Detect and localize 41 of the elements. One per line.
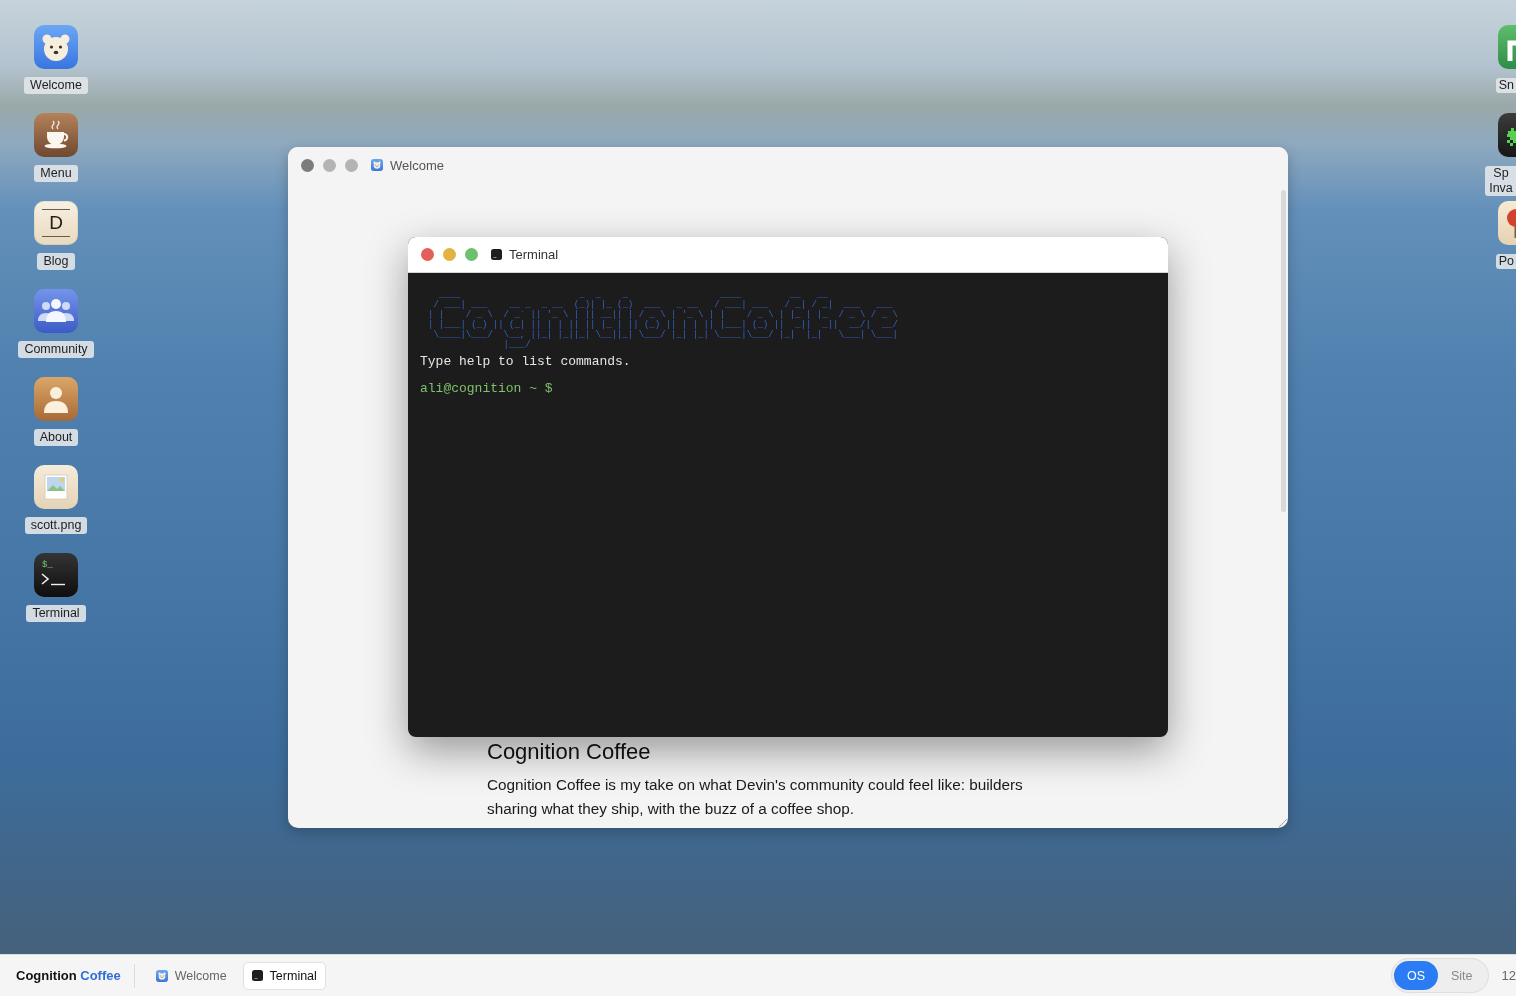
desktop-icon-label[interactable]: Po bbox=[1495, 254, 1516, 269]
bear-icon bbox=[155, 969, 168, 982]
taskbar-item[interactable]: Terminal bbox=[242, 961, 326, 990]
coffee-cup-icon[interactable] bbox=[34, 113, 78, 157]
desktop-icon-label[interactable]: Blog bbox=[37, 253, 75, 270]
desktop-icon-label[interactable]: Terminal bbox=[26, 605, 86, 622]
terminal-icon bbox=[251, 970, 263, 981]
body-text: Cognition Coffee is my take on what Devin's community could feel like: builders sharing what they ship, with the buzz of a coffee shop. bbox=[487, 775, 1024, 819]
people-icon[interactable] bbox=[34, 289, 78, 333]
desktop-icon-label[interactable]: Menu bbox=[34, 165, 78, 182]
letter-tile-icon[interactable]: D bbox=[34, 201, 78, 245]
person-icon[interactable] bbox=[34, 377, 78, 421]
scrollbar-thumb[interactable] bbox=[1281, 190, 1286, 512]
terminal-output: Type help to list commands. bbox=[420, 353, 632, 371]
window-title: Welcome bbox=[390, 157, 444, 173]
alien-icon[interactable] bbox=[1498, 113, 1516, 157]
terminal-icon bbox=[491, 249, 502, 260]
desktop-icon-label[interactable]: Sn bbox=[1495, 78, 1516, 93]
bear-icon[interactable] bbox=[34, 25, 78, 69]
close-button[interactable] bbox=[421, 248, 434, 261]
maximize-button[interactable] bbox=[465, 248, 478, 261]
taskbar-item[interactable]: Welcome bbox=[146, 961, 236, 990]
close-button[interactable] bbox=[301, 158, 314, 172]
window-title: Terminal bbox=[509, 247, 559, 262]
pin-icon[interactable] bbox=[1498, 201, 1516, 245]
desktop-icon-label[interactable]: Community bbox=[18, 341, 94, 358]
mode-tab[interactable]: OS bbox=[1393, 961, 1438, 990]
terminal-prompt[interactable]: ali@cognition ~ $ bbox=[420, 380, 1156, 398]
image-icon[interactable] bbox=[34, 465, 78, 509]
clock-text: 12 bbox=[1501, 968, 1516, 983]
brand-logo[interactable]: Cognition Coffee bbox=[16, 968, 121, 983]
terminal-icon[interactable]: $_ bbox=[34, 553, 78, 597]
desktop-icon-label[interactable]: scott.png bbox=[24, 517, 88, 534]
desktop-icon-label[interactable]: Welcome bbox=[24, 77, 88, 94]
page-heading: Cognition Coffee bbox=[487, 739, 652, 765]
bear-icon bbox=[371, 159, 383, 171]
resize-grip-icon[interactable] bbox=[1276, 816, 1288, 828]
app-tile-icon[interactable] bbox=[1498, 25, 1516, 69]
ascii-title-text: ____ _ _ _ ____ __ __ / ___| ___ __ _ _ __ (_)| |_ (_) ___ _ __ / ___| ___ / _| / _| ___ ___ | | / _ \ / _` || '_ \ | || __|| | / _ \ | '_ \ | | / _ \ | |_ | |_ / _ \ / _ \ | |___| (_) || (_| || | | || || |_ | || (_) || | | || |___| (_) || _|| _|| __/| __/ \____|\___/ \__, ||_| |_||_| \__||_| \___/ |_| |_| \____|\___/ |_| |_| \___| \___| |___/ bbox=[428, 290, 899, 350]
desktop-icon-label[interactable]: About bbox=[33, 429, 79, 446]
desktop-icon-label[interactable]: Sp Inva bbox=[1485, 166, 1516, 196]
